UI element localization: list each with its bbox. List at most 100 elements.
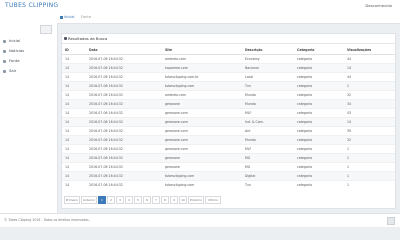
tab-label: Inicial xyxy=(64,15,75,19)
pager-page-button[interactable]: 4 xyxy=(125,196,133,204)
column-header[interactable]: Visualizações xyxy=(344,46,395,55)
pager-next-button[interactable]: Próximo xyxy=(188,196,204,204)
table-body: 14 2016-07-06 16:44:32 ombrelo.com Economy c… xyxy=(62,54,395,189)
column-header[interactable]: ID xyxy=(62,46,86,55)
scroll-top-icon[interactable] xyxy=(387,217,395,225)
table-cell: 2016-07-06 16:44:32 xyxy=(86,180,162,189)
pager-page-button[interactable]: 9 xyxy=(170,196,178,204)
pager-first-button[interactable]: Primeiro xyxy=(64,196,80,204)
table-cell: ombrelo.com xyxy=(162,54,242,64)
table-row[interactable]: 14 2016-07-06 16:44:32 geroxane MG categoria… xyxy=(62,153,395,163)
user-menu[interactable]: Desconhecido xyxy=(365,3,392,8)
table-cell: 14 xyxy=(62,144,86,154)
table-cell: 1 xyxy=(344,81,395,91)
table-cell: categoria xyxy=(294,54,344,64)
table-cell: 14 xyxy=(62,117,86,127)
tab-inicial[interactable]: Inicial xyxy=(60,15,75,19)
sidebar-item-sair[interactable]: Sair xyxy=(0,66,57,76)
table-row[interactable]: 14 2016-07-06 16:44:32 hapoeme.com Nacional… xyxy=(62,63,395,73)
sidebar-item-inicial[interactable]: Inicial xyxy=(0,36,57,46)
table-cell: Mundo xyxy=(242,135,294,145)
pager-last-button[interactable]: Último xyxy=(205,196,221,204)
tab-fonte[interactable]: Fonte xyxy=(81,15,91,19)
pager-prev-button[interactable]: Anterior xyxy=(81,196,97,204)
table-row[interactable]: 14 2016-07-06 16:44:32 tubesclipping.com.b… xyxy=(62,72,395,82)
pager-page-button[interactable]: 7 xyxy=(152,196,160,204)
table-cell: tubesclipping.com.br xyxy=(162,72,242,82)
pager-page-button[interactable]: 2 xyxy=(107,196,115,204)
table-cell: tubesclipping.com xyxy=(162,81,242,91)
table-cell: 2016-07-06 16:44:32 xyxy=(86,54,162,64)
table-cell: 14 xyxy=(62,72,86,82)
sidebar-item-fonte[interactable]: Fonte xyxy=(0,56,57,66)
table-cell: categoria xyxy=(294,63,344,73)
table-cell: 34 xyxy=(344,99,395,109)
table-cell: 14 xyxy=(62,171,86,181)
pager-page-button[interactable]: 6 xyxy=(143,196,151,204)
table-cell: 14 xyxy=(62,135,86,145)
table-row[interactable]: 14 2016-07-06 16:44:32 tubesclipping.com Tv… xyxy=(62,180,395,189)
table-cell: categoria xyxy=(294,171,344,181)
table-row[interactable]: 14 2016-07-06 16:44:32 geroxane.com MLF cate… xyxy=(62,144,395,154)
table-cell: 14 xyxy=(62,54,86,64)
table-cell: 14 xyxy=(62,108,86,118)
table-cell: geroxane.com xyxy=(162,126,242,136)
source-icon xyxy=(3,59,6,63)
table-cell: 2016-07-06 16:44:32 xyxy=(86,90,162,100)
table-row[interactable]: 14 2016-07-06 16:44:32 geroxane.com Mundo ca… xyxy=(62,135,395,145)
table-cell: Mundo xyxy=(242,99,294,109)
column-header[interactable]: Descrição xyxy=(242,46,294,55)
table-cell: 14 xyxy=(344,63,395,73)
table-cell: 2016-07-06 16:44:32 xyxy=(86,117,162,127)
table-row[interactable]: 14 2016-07-06 16:44:32 geroxane Mundo catego… xyxy=(62,99,395,109)
column-header[interactable]: Data xyxy=(86,46,162,55)
table-cell: categoria xyxy=(294,144,344,154)
table-cell: geroxane xyxy=(162,162,242,172)
sidebar-item-label: Fonte xyxy=(9,58,20,63)
table-cell: categoria xyxy=(294,135,344,145)
column-header[interactable]: Site xyxy=(162,46,242,55)
home-icon xyxy=(60,15,63,19)
pager-page-button[interactable]: 3 xyxy=(116,196,124,204)
pager-page-button[interactable]: 1 xyxy=(98,196,106,204)
sidebar-item-label: Inicial xyxy=(9,38,21,43)
table-header-row: ID Data Site Descrição Categoria Visualizaçõe… xyxy=(62,46,395,55)
pager-page-button[interactable]: 10 xyxy=(179,196,187,204)
table-cell: 14 xyxy=(62,81,86,91)
table-cell: geroxane xyxy=(162,153,242,163)
brand-logo[interactable]: TUBES CLIPPING xyxy=(5,2,58,9)
table-row[interactable]: 14 2016-07-06 16:44:32 geroxane.com MLF cate… xyxy=(62,108,395,118)
table-cell: categoria xyxy=(294,126,344,136)
table-row[interactable]: 14 2016-07-06 16:44:32 tubesclipping.com Tv… xyxy=(62,81,395,91)
table-cell: Local xyxy=(242,72,294,82)
table-cell: Economy xyxy=(242,54,294,64)
table-cell: categoria xyxy=(294,81,344,91)
sidebar-item-noticias[interactable]: Notícias xyxy=(0,46,57,56)
pager-page-button[interactable]: 8 xyxy=(161,196,169,204)
table-cell: Tvn xyxy=(242,81,294,91)
table-cell: 14 xyxy=(62,126,86,136)
table-cell: 1 xyxy=(344,153,395,163)
column-header[interactable]: Categoria xyxy=(294,46,344,55)
table-cell: geroxane.com xyxy=(162,117,242,127)
table-cell: geroxane.com xyxy=(162,144,242,154)
table-row[interactable]: 14 2016-07-06 16:44:32 tubesclipping.com Di… xyxy=(62,171,395,181)
news-icon xyxy=(3,49,6,53)
table-cell: Tvn xyxy=(242,180,294,189)
table-row[interactable]: 14 2016-07-06 16:44:32 ombrelo.com Economy c… xyxy=(62,54,395,64)
table-cell: 2016-07-06 16:44:32 xyxy=(86,99,162,109)
table-row[interactable]: 14 2016-07-06 16:44:32 ombrelo.com Mundo cat… xyxy=(62,90,395,100)
table-row[interactable]: 14 2016-07-06 16:44:32 geroxane.com Ind. & … xyxy=(62,117,395,127)
table-row[interactable]: 14 2016-07-06 16:44:32 geroxane MG categoria… xyxy=(62,162,395,172)
sidebar-toggle-button[interactable] xyxy=(40,25,52,34)
panel-header: Resultados da Busca xyxy=(62,34,395,44)
table-cell: categoria xyxy=(294,153,344,163)
pager-page-button[interactable]: 5 xyxy=(134,196,142,204)
table-cell: 44 xyxy=(344,54,395,64)
table-cell: 14 xyxy=(62,99,86,109)
table-cell: 32 xyxy=(344,135,395,145)
table-cell: categoria xyxy=(294,108,344,118)
table-cell: 2016-07-06 16:44:32 xyxy=(86,162,162,172)
table-cell: categoria xyxy=(294,72,344,82)
table-row[interactable]: 14 2016-07-06 16:44:32 geroxane.com Ant cate… xyxy=(62,126,395,136)
